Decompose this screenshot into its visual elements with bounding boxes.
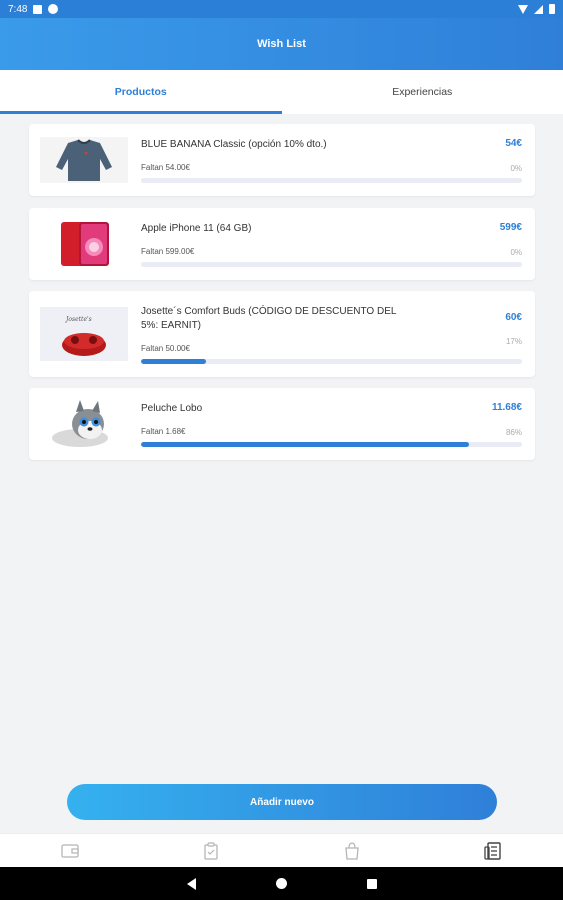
product-price: 599€ bbox=[499, 222, 522, 233]
nav-shopping-bag[interactable] bbox=[282, 834, 422, 868]
product-price: 60€ bbox=[505, 312, 522, 323]
page-title: Wish List bbox=[257, 38, 306, 50]
status-time: 7:48 bbox=[8, 3, 28, 15]
recent-apps-icon[interactable] bbox=[366, 878, 377, 889]
nav-wallet[interactable] bbox=[0, 834, 140, 868]
product-missing: Faltan 599.00€ bbox=[141, 247, 195, 256]
tab-productos[interactable]: Productos bbox=[0, 70, 282, 114]
product-name: Apple iPhone 11 (64 GB) bbox=[141, 223, 252, 234]
product-name: Peluche Lobo bbox=[141, 403, 203, 414]
signal-icon bbox=[534, 4, 543, 14]
receipt-list-icon bbox=[483, 842, 501, 860]
product-card[interactable]: Peluche Lobo 11.68€ Faltan 1.68€ 86% bbox=[29, 388, 535, 460]
sync-icon bbox=[48, 4, 59, 14]
system-nav-bar bbox=[0, 867, 563, 900]
svg-text:Josette's: Josette's bbox=[64, 316, 92, 323]
plush-wolf-image bbox=[40, 398, 128, 450]
status-right bbox=[518, 4, 555, 14]
product-missing: Faltan 54.00€ bbox=[141, 163, 190, 172]
product-card[interactable]: BLUE BANANA Classic (opción 10% dto.) 54… bbox=[29, 124, 535, 196]
progress-track bbox=[141, 262, 522, 267]
progress-track bbox=[141, 359, 522, 364]
product-name: BLUE BANANA Classic (opción 10% dto.) bbox=[141, 139, 327, 150]
product-percent: 17% bbox=[505, 337, 522, 346]
status-bar: 7:48 bbox=[0, 0, 563, 18]
nav-clipboard[interactable] bbox=[141, 834, 281, 868]
notification-icon bbox=[33, 4, 43, 14]
home-icon[interactable] bbox=[275, 878, 287, 889]
product-percent: 0% bbox=[510, 164, 522, 173]
product-price: 54€ bbox=[505, 138, 522, 149]
sweater-image bbox=[40, 137, 128, 183]
clipboard-icon bbox=[204, 842, 218, 860]
product-percent: 86% bbox=[505, 428, 522, 437]
tab-bar: Productos Experiencias bbox=[0, 70, 563, 114]
battery-icon bbox=[549, 4, 555, 14]
progress-track bbox=[141, 178, 522, 183]
bottom-nav bbox=[0, 833, 563, 868]
shopping-bag-icon bbox=[345, 842, 359, 860]
nav-receipt-list[interactable] bbox=[423, 834, 563, 868]
status-left: 7:48 bbox=[8, 3, 59, 15]
product-card[interactable]: Josette's Josette´s Comfort Buds (CÓDIGO… bbox=[29, 291, 535, 377]
progress-fill bbox=[141, 442, 469, 447]
wifi-icon bbox=[518, 4, 528, 14]
product-missing: Faltan 1.68€ bbox=[141, 427, 186, 436]
progress-track bbox=[141, 442, 522, 447]
back-icon[interactable] bbox=[186, 877, 196, 890]
app-bar: Wish List bbox=[0, 18, 563, 70]
product-card[interactable]: Apple iPhone 11 (64 GB) 599€ Faltan 599.… bbox=[29, 208, 535, 280]
product-missing: Faltan 50.00€ bbox=[141, 344, 190, 353]
add-new-button[interactable]: Añadir nuevo bbox=[67, 784, 497, 820]
iphone-image bbox=[40, 221, 128, 267]
earbuds-image: Josette's bbox=[40, 307, 128, 361]
product-name: Josette´s Comfort Buds (CÓDIGO DE DESCUE… bbox=[141, 306, 397, 331]
product-percent: 0% bbox=[510, 248, 522, 257]
product-price: 11.68€ bbox=[491, 402, 522, 413]
tab-experiencias[interactable]: Experiencias bbox=[282, 70, 563, 114]
wallet-icon bbox=[61, 844, 80, 858]
progress-fill bbox=[141, 359, 206, 364]
